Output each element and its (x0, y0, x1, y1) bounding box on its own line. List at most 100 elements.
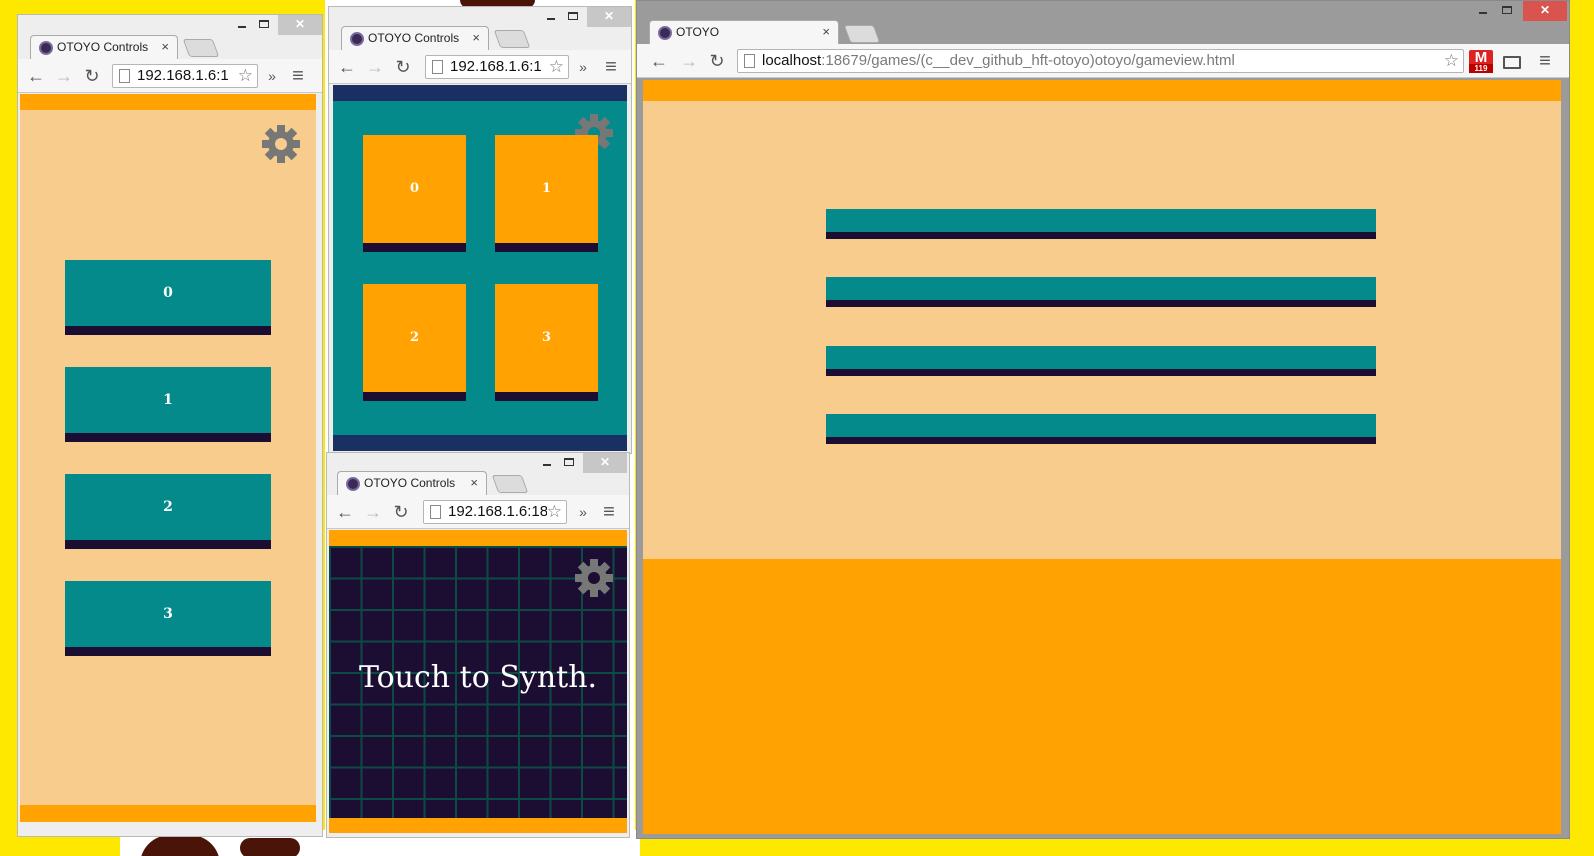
browser-tab[interactable]: OTOYO Controls × (30, 35, 178, 59)
bookmark-star-icon[interactable]: ☆ (1443, 50, 1459, 72)
note-button-2[interactable]: 2 (65, 474, 271, 549)
gear-icon[interactable] (574, 558, 614, 598)
forward-icon[interactable]: → (54, 65, 74, 87)
browser-window-controller-grid: ✕ OTOYO Controls × ← → ↻ 192.168.1.6:1 ☆… (328, 6, 632, 454)
bookmark-star-icon[interactable]: ☆ (546, 501, 562, 523)
reload-icon[interactable]: ↻ (82, 65, 102, 87)
note-lane-0 (826, 209, 1376, 239)
browser-tab[interactable]: OTOYO Controls × (341, 26, 489, 50)
back-icon[interactable]: ← (335, 501, 355, 523)
tab-title: OTOYO Controls (368, 31, 460, 45)
new-tab-button[interactable] (493, 30, 531, 48)
reload-icon[interactable]: ↻ (391, 501, 411, 523)
note-lane-3 (826, 414, 1376, 444)
window-close-button[interactable]: ✕ (587, 7, 631, 27)
note-button-3[interactable]: 3 (65, 581, 271, 656)
page-icon (119, 69, 130, 83)
maximize-button[interactable] (252, 15, 276, 35)
minimize-button[interactable] (539, 7, 563, 27)
back-icon[interactable]: ← (26, 65, 46, 87)
page-icon (744, 54, 755, 68)
address-path: :18679/games/(c__dev_github_hft-otoyo)ot… (821, 52, 1235, 69)
maximize-button[interactable] (557, 453, 581, 473)
otoyo-favicon-icon (658, 26, 672, 40)
bookmark-star-icon[interactable]: ☆ (548, 56, 564, 78)
tab-close-icon[interactable]: × (822, 21, 830, 43)
address-bar[interactable]: 192.168.1.6:1 ☆ (112, 64, 258, 88)
page-viewport: 0 1 2 3 (333, 85, 627, 451)
note-button-3[interactable]: 3 (495, 284, 598, 401)
back-icon[interactable]: ← (337, 56, 357, 78)
reload-icon[interactable]: ↻ (707, 50, 727, 72)
note-button-2[interactable]: 2 (363, 284, 466, 401)
browser-toolbar: ← → ↻ localhost:18679/games/(c__dev_gith… (637, 44, 1569, 78)
minimize-button[interactable] (1471, 1, 1495, 21)
extensions-overflow-icon[interactable]: » (573, 501, 593, 523)
tab-close-icon[interactable]: × (161, 36, 169, 58)
bottom-bar (20, 805, 316, 822)
reload-icon[interactable]: ↻ (393, 56, 413, 78)
browser-tab[interactable]: OTOYO × (649, 20, 839, 44)
page-viewport: Touch to Synth. (329, 530, 627, 833)
new-tab-button[interactable] (182, 39, 220, 57)
tab-title: OTOYO Controls (57, 40, 149, 54)
top-bar (333, 85, 627, 101)
maximize-button[interactable] (561, 7, 585, 27)
address-bar[interactable]: localhost:18679/games/(c__dev_github_hft… (737, 49, 1464, 73)
top-bar (20, 94, 316, 110)
minimize-button[interactable] (230, 15, 254, 35)
tab-close-icon[interactable]: × (470, 472, 478, 494)
game-playfield (643, 101, 1561, 559)
menu-icon[interactable]: ≡ (601, 56, 621, 78)
page-icon (432, 60, 443, 74)
tab-title: OTOYO (676, 25, 720, 39)
browser-window-controller-list: ✕ OTOYO Controls × ← → ↻ 192.168.1.6:1 ☆… (17, 14, 323, 837)
window-close-button[interactable]: ✕ (583, 453, 627, 473)
browser-tab[interactable]: OTOYO Controls × (337, 471, 487, 495)
address-bar[interactable]: 192.168.1.6:18 ☆ (423, 500, 567, 524)
extensions-overflow-icon[interactable]: » (262, 65, 282, 87)
new-tab-button[interactable] (491, 475, 529, 493)
window-close-button[interactable]: ✕ (1523, 1, 1567, 21)
menu-icon[interactable]: ≡ (599, 501, 619, 523)
note-lane-1 (826, 277, 1376, 307)
maximize-button[interactable] (1495, 1, 1519, 21)
game-viewport (643, 80, 1561, 834)
tab-title: OTOYO Controls (364, 476, 456, 490)
address-text: 192.168.1.6:1 (137, 67, 229, 84)
page-viewport: 0 1 2 3 (20, 94, 316, 822)
otoyo-favicon-icon (39, 41, 53, 55)
extensions-overflow-icon[interactable]: » (573, 56, 593, 78)
gear-icon[interactable] (261, 124, 301, 164)
address-text: 192.168.1.6:18 (448, 503, 549, 520)
window-close-button[interactable]: ✕ (278, 15, 322, 35)
tab-close-icon[interactable]: × (472, 27, 480, 49)
menu-icon[interactable]: ≡ (1535, 50, 1555, 72)
minimize-button[interactable] (535, 453, 559, 473)
address-text: 192.168.1.6:1 (450, 58, 542, 75)
gmail-extension-icon[interactable]: M 119 (1469, 50, 1493, 73)
note-lane-2 (826, 346, 1376, 376)
address-bar[interactable]: 192.168.1.6:1 ☆ (425, 55, 569, 79)
new-tab-button[interactable] (843, 25, 881, 43)
bottom-bar (333, 435, 627, 451)
forward-icon[interactable]: → (363, 501, 383, 523)
browser-window-gameview: ✕ OTOYO × ← → ↻ localhost:18679/games/(c… (636, 0, 1570, 839)
bookmark-star-icon[interactable]: ☆ (237, 65, 253, 87)
forward-icon[interactable]: → (679, 50, 699, 72)
browser-window-controller-synth: ✕ OTOYO Controls × ← → ↻ 192.168.1.6:18 … (326, 452, 630, 838)
page-icon (430, 505, 441, 519)
note-button-0[interactable]: 0 (363, 135, 466, 252)
cast-icon[interactable] (1503, 56, 1521, 69)
menu-icon[interactable]: ≡ (288, 65, 308, 87)
note-button-1[interactable]: 1 (65, 367, 271, 442)
otoyo-favicon-icon (346, 477, 360, 491)
forward-icon[interactable]: → (365, 56, 385, 78)
note-button-1[interactable]: 1 (495, 135, 598, 252)
otoyo-favicon-icon (350, 32, 364, 46)
note-button-0[interactable]: 0 (65, 260, 271, 335)
back-icon[interactable]: ← (649, 50, 669, 72)
unread-count-badge: 119 (1469, 64, 1493, 73)
browser-toolbar: ← → ↻ 192.168.1.6:18 ☆ » ≡ (327, 495, 629, 529)
address-host: localhost (762, 52, 822, 69)
